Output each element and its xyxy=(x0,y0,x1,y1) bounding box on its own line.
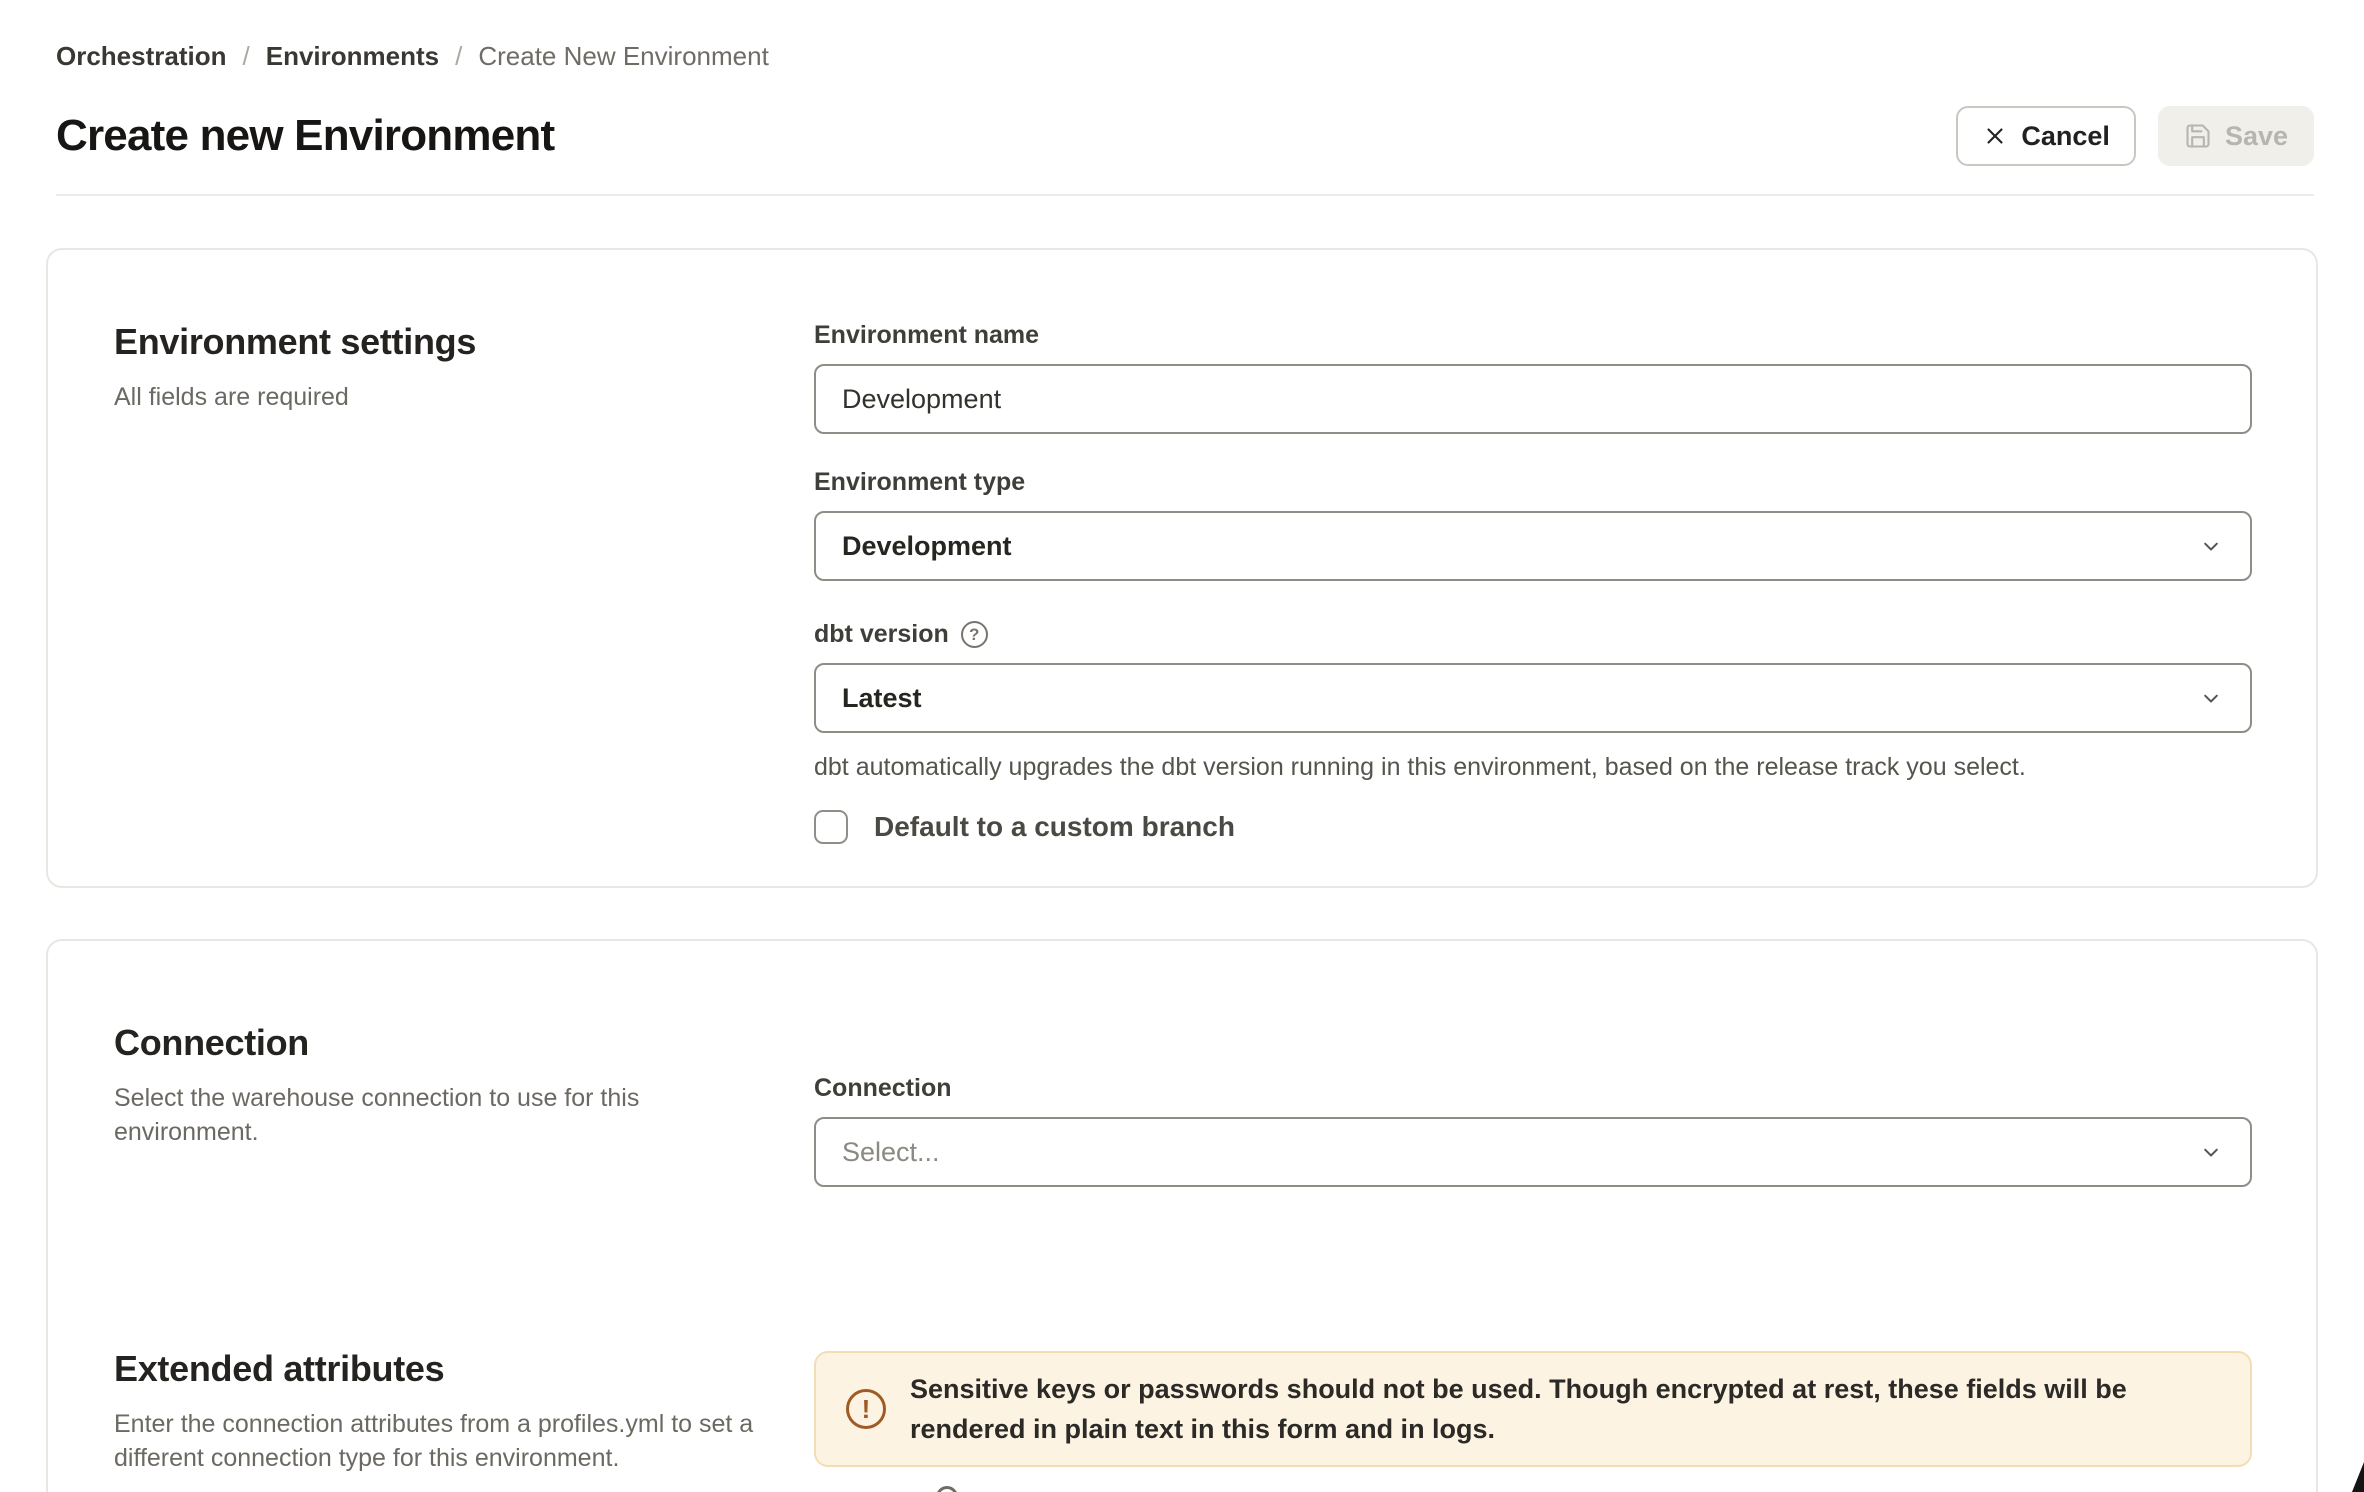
extended-attributes-intro: Extended attributes Enter the connection… xyxy=(114,1347,814,1475)
connection-placeholder: Select... xyxy=(842,1137,940,1168)
cancel-button-label: Cancel xyxy=(2021,121,2110,152)
help-icon[interactable]: ? xyxy=(961,621,988,648)
connection-section-title: Connection xyxy=(114,1021,774,1065)
extended-attributes-subtitle: Enter the connection attributes from a p… xyxy=(114,1407,774,1475)
save-icon xyxy=(2184,122,2212,150)
extended-attributes-title: Extended attributes xyxy=(114,1347,774,1391)
warning-icon: ! xyxy=(846,1389,886,1429)
breadcrumb-separator: / xyxy=(243,40,250,72)
cursor-artifact xyxy=(2352,1462,2364,1492)
create-environment-page: Orchestration / Environments / Create Ne… xyxy=(0,0,2364,1492)
chevron-down-icon xyxy=(2196,683,2226,713)
save-button[interactable]: Save xyxy=(2158,106,2314,166)
custom-branch-row: Default to a custom branch xyxy=(814,810,2252,844)
environment-name-label: Environment name xyxy=(814,320,2252,350)
dbt-version-helper-text: dbt automatically upgrades the dbt versi… xyxy=(814,752,2252,782)
custom-branch-label: Default to a custom branch xyxy=(874,811,1235,843)
warning-banner: ! Sensitive keys or passwords should not… xyxy=(814,1351,2252,1467)
chevron-down-icon xyxy=(2196,531,2226,561)
connection-card: Connection Select the warehouse connecti… xyxy=(46,939,2318,1492)
extended-attributes-row: Extended attributes Enter the connection… xyxy=(114,1347,2252,1475)
environment-type-value: Development xyxy=(842,531,1012,562)
custom-branch-checkbox[interactable] xyxy=(814,810,848,844)
settings-section-title: Environment settings xyxy=(114,320,774,364)
environment-type-label: Environment type xyxy=(814,467,2252,497)
environment-name-input[interactable] xyxy=(814,364,2252,434)
dbt-version-value: Latest xyxy=(842,683,922,714)
connection-form: Connection Select... xyxy=(814,1021,2252,1187)
connection-label: Connection xyxy=(814,1073,2252,1103)
dbt-version-label: dbt version xyxy=(814,619,949,649)
breadcrumb-separator: / xyxy=(455,40,462,72)
close-icon xyxy=(1982,123,2008,149)
settings-form: Environment name Environment type Develo… xyxy=(814,320,2252,886)
environment-settings-card: Environment settings All fields are requ… xyxy=(46,248,2318,888)
environment-type-select[interactable]: Development xyxy=(814,511,2252,581)
title-row: Create new Environment Cancel xyxy=(56,106,2314,166)
warning-text: Sensitive keys or passwords should not b… xyxy=(910,1369,2220,1449)
connection-section-subtitle: Select the warehouse connection to use f… xyxy=(114,1081,774,1149)
save-button-label: Save xyxy=(2225,121,2288,152)
cancel-button[interactable]: Cancel xyxy=(1956,106,2136,166)
header-actions: Cancel Save xyxy=(1956,106,2314,166)
dbt-version-label-row: dbt version ? xyxy=(814,619,2252,649)
header-divider xyxy=(56,194,2314,196)
page-header: Orchestration / Environments / Create Ne… xyxy=(0,0,2364,196)
extended-attributes-form: ! Sensitive keys or passwords should not… xyxy=(814,1347,2252,1475)
breadcrumb-item-current: Create New Environment xyxy=(478,40,768,72)
main-content: Environment settings All fields are requ… xyxy=(0,248,2364,1492)
chevron-down-icon xyxy=(2196,1137,2226,1167)
settings-card-intro: Environment settings All fields are requ… xyxy=(114,320,814,886)
page-title: Create new Environment xyxy=(56,111,554,161)
connection-row: Connection Select the warehouse connecti… xyxy=(114,1021,2252,1187)
connection-card-intro: Connection Select the warehouse connecti… xyxy=(114,1021,814,1187)
breadcrumb-item-environments[interactable]: Environments xyxy=(266,40,439,72)
breadcrumb: Orchestration / Environments / Create Ne… xyxy=(56,40,2314,72)
settings-section-subtitle: All fields are required xyxy=(114,380,774,414)
connection-select[interactable]: Select... xyxy=(814,1117,2252,1187)
dbt-version-select[interactable]: Latest xyxy=(814,663,2252,733)
breadcrumb-item-orchestration[interactable]: Orchestration xyxy=(56,40,227,72)
